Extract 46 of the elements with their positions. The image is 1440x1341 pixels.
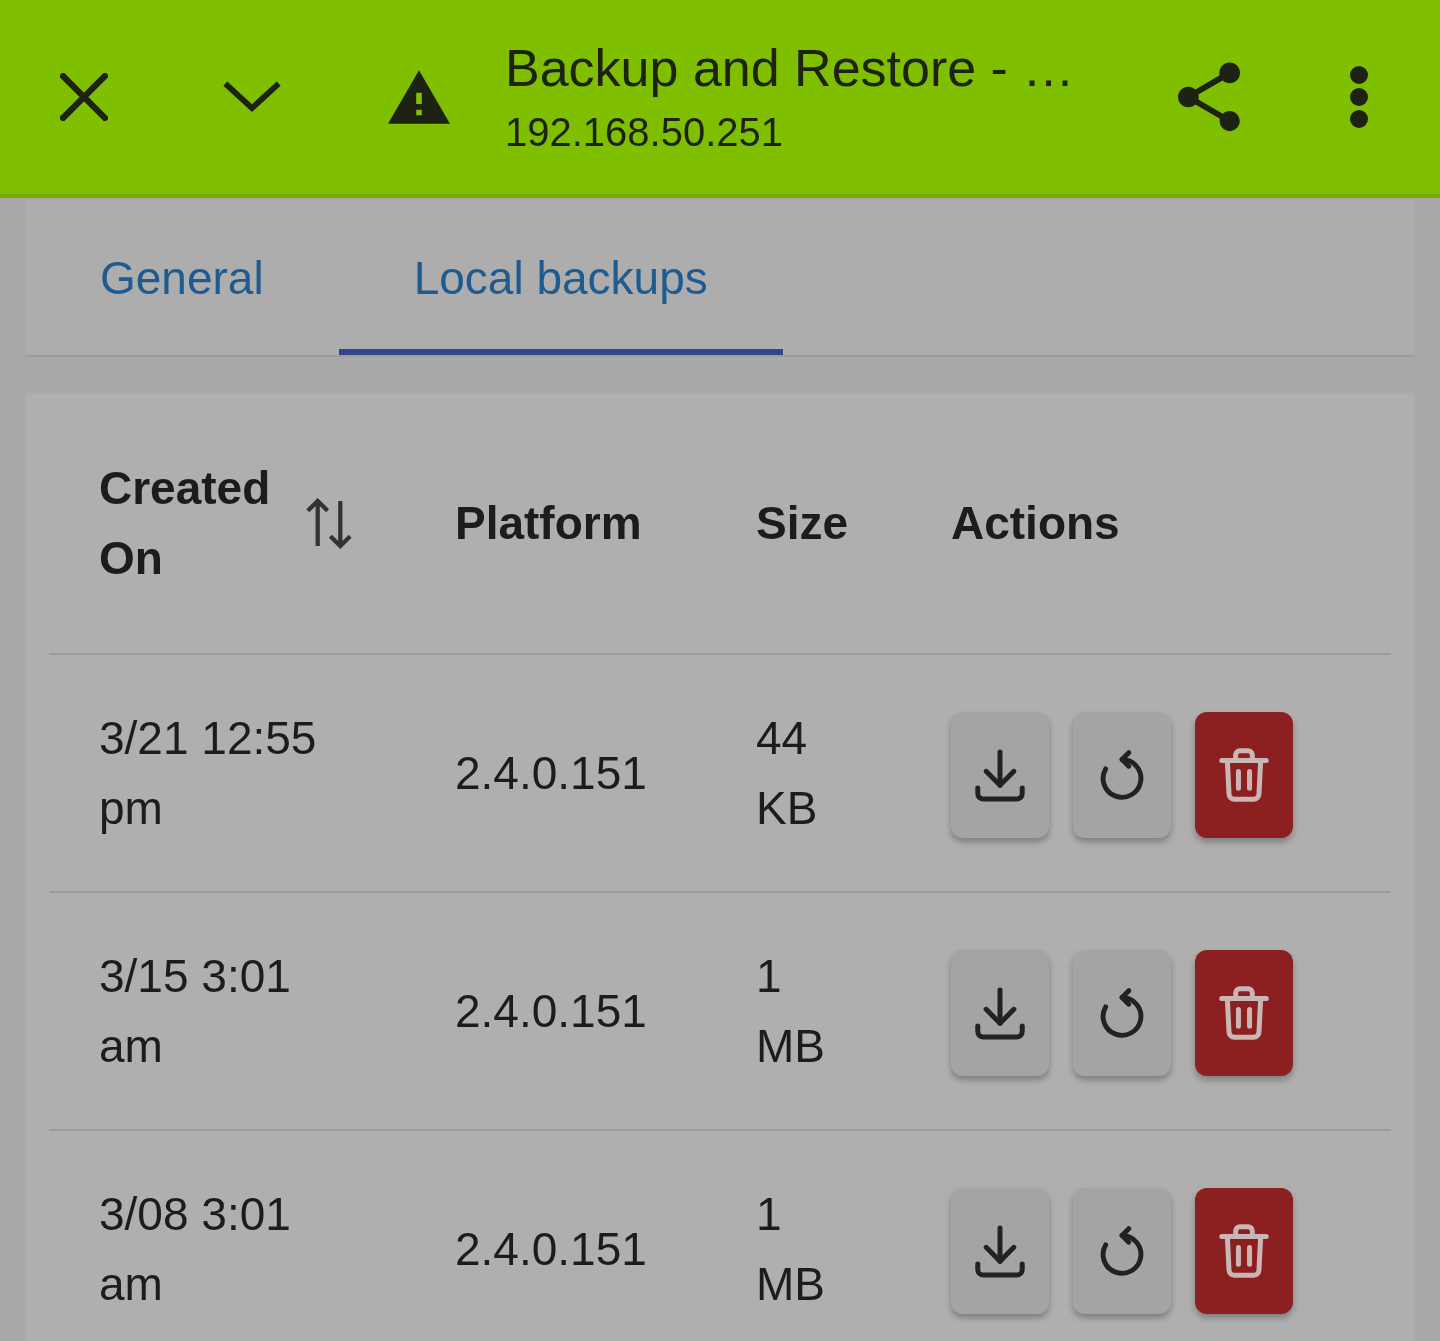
warning-button[interactable]	[388, 70, 450, 124]
share-icon	[1178, 62, 1240, 132]
column-header: Actions	[951, 496, 1120, 551]
delete-button[interactable]	[1195, 712, 1293, 838]
tab[interactable]: Local backups	[338, 200, 783, 355]
platform-version-text: 2.4.0.151	[455, 1222, 647, 1277]
restore-button[interactable]	[1073, 950, 1171, 1076]
column-header: Size	[756, 496, 849, 551]
trash-icon	[1219, 747, 1269, 803]
restore-icon	[1100, 750, 1144, 800]
restore-button[interactable]	[1073, 712, 1171, 838]
download-icon	[975, 986, 1025, 1040]
created-date-text: 3/08 3:01 am	[99, 1187, 292, 1312]
trash-icon	[1219, 1223, 1269, 1279]
sort-icon[interactable]	[305, 497, 353, 549]
download-button[interactable]	[951, 950, 1049, 1076]
column-header: Created On	[99, 461, 272, 586]
share-button[interactable]	[1178, 62, 1240, 132]
size-text: 1 MB	[756, 949, 826, 1074]
host-address: 192.168.50.251	[505, 109, 785, 156]
trash-icon	[1219, 985, 1269, 1041]
size-text: 1 MB	[756, 1187, 826, 1312]
created-date-text: 3/15 3:01 am	[99, 949, 292, 1074]
warning-icon	[388, 70, 450, 124]
close-icon	[60, 73, 108, 121]
restore-icon	[1100, 1226, 1144, 1276]
close-button[interactable]	[60, 73, 108, 121]
collapse-button[interactable]	[222, 80, 282, 114]
more-button[interactable]	[1350, 66, 1368, 128]
restore-icon	[1100, 988, 1144, 1038]
column-header: Platform	[455, 496, 642, 551]
tab[interactable]: General	[25, 200, 339, 355]
download-button[interactable]	[951, 712, 1049, 838]
download-icon	[975, 1224, 1025, 1278]
created-date-text: 3/21 12:55 pm	[99, 711, 318, 836]
chevron-down-icon	[222, 80, 282, 114]
more-vertical-icon	[1350, 66, 1368, 128]
page-title: Backup and Restore - …	[505, 38, 1076, 99]
platform-version-text: 2.4.0.151	[455, 984, 647, 1039]
download-icon	[975, 748, 1025, 802]
restore-button[interactable]	[1073, 1188, 1171, 1314]
delete-button[interactable]	[1195, 950, 1293, 1076]
download-button[interactable]	[951, 1188, 1049, 1314]
delete-button[interactable]	[1195, 1188, 1293, 1314]
size-text: 44 KB	[756, 711, 819, 836]
platform-version-text: 2.4.0.151	[455, 746, 647, 801]
